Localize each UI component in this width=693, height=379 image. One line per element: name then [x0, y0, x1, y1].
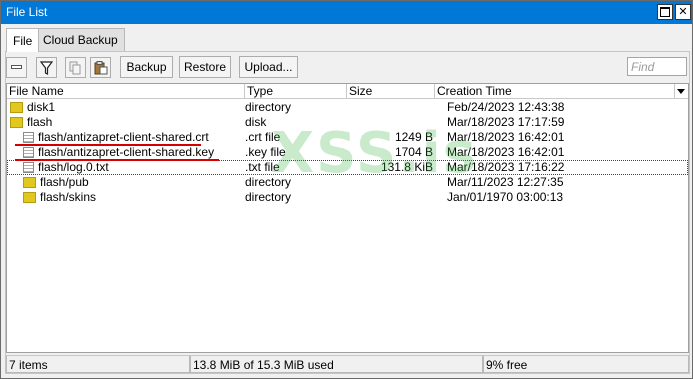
copy-icon [69, 61, 81, 74]
table-row[interactable]: disk1 directory Feb/24/2023 12:43:38 [7, 100, 688, 115]
folder-icon [23, 177, 36, 188]
backup-button[interactable]: Backup [120, 56, 173, 78]
folder-icon [23, 192, 36, 203]
file-name: flash/pub [40, 175, 89, 189]
file-size [347, 190, 433, 205]
tab-cloud-backup[interactable]: Cloud Backup [36, 28, 125, 51]
column-menu-icon[interactable] [675, 85, 687, 98]
file-name: disk1 [27, 100, 56, 114]
file-name-cell: flash/antizapret-client-shared.crt [7, 130, 243, 145]
status-item-count: 7 items [6, 355, 190, 373]
table-header: File Name Type Size Creation Time [7, 84, 688, 99]
file-time: Mar/18/2023 16:42:01 [447, 145, 565, 159]
file-name: flash/antizapret-client-shared.key [38, 145, 215, 159]
tab-file[interactable]: File [6, 28, 40, 52]
file-icon [23, 147, 34, 158]
status-bar: 7 items 13.8 MiB of 15.3 MiB used 9% fre… [6, 355, 689, 373]
column-creation-time[interactable]: Creation Time [435, 84, 675, 99]
file-time: Mar/11/2023 12:27:35 [447, 175, 564, 189]
file-type: .txt file [245, 160, 280, 174]
filter-icon [40, 60, 53, 75]
file-time: Mar/18/2023 17:17:59 [447, 115, 565, 129]
copy-button[interactable] [65, 57, 86, 78]
table-row[interactable]: flash/log.0.txt .txt file 131.8 KiB Mar/… [7, 160, 688, 175]
status-free-space: 9% free [483, 355, 689, 373]
file-name-cell: flash/skins [7, 190, 243, 205]
file-type: disk [245, 115, 267, 129]
file-name: flash/skins [40, 190, 97, 204]
file-name: flash/log.0.txt [38, 160, 109, 174]
window-title: File List [6, 5, 48, 19]
file-table: File Name Type Size Creation Time disk1 … [6, 83, 689, 353]
file-icon [23, 132, 34, 143]
file-size [347, 100, 433, 115]
folder-icon [10, 102, 23, 113]
table-row[interactable]: flash/skins directory Jan/01/1970 03:00:… [7, 190, 688, 205]
table-row[interactable]: flash/pub directory Mar/11/2023 12:27:35 [7, 175, 688, 190]
find-input[interactable] [627, 57, 687, 76]
file-name-cell: flash/antizapret-client-shared.key [7, 145, 243, 160]
column-type[interactable]: Type [245, 84, 347, 99]
table-row[interactable]: flash disk Mar/18/2023 17:17:59 [7, 115, 688, 130]
file-type: .key file [245, 145, 286, 159]
upload-button[interactable]: Upload... [239, 56, 298, 78]
file-name-cell: disk1 [7, 100, 243, 115]
file-name-cell: flash/log.0.txt [7, 160, 243, 175]
column-file-name[interactable]: File Name [7, 84, 245, 99]
table-row[interactable]: flash/antizapret-client-shared.key .key … [7, 145, 688, 160]
file-name: flash/antizapret-client-shared.crt [38, 130, 209, 144]
table-row[interactable]: flash/antizapret-client-shared.crt .crt … [7, 130, 688, 145]
tab-file-label: File [13, 33, 33, 48]
file-icon [23, 162, 34, 173]
file-size: 1249 B [394, 130, 433, 144]
tab-cloud-backup-label: Cloud Backup [43, 33, 118, 47]
file-time: Mar/18/2023 17:16:22 [447, 160, 565, 174]
column-size[interactable]: Size [347, 84, 435, 99]
file-list-window: File List File Cloud Backup Backup Resto… [0, 0, 693, 379]
status-disk-usage: 13.8 MiB of 15.3 MiB used [190, 355, 483, 373]
file-name: flash [27, 115, 53, 129]
title-bar[interactable]: File List [1, 1, 692, 24]
file-size [347, 115, 433, 130]
file-size [347, 175, 433, 190]
paste-icon [94, 60, 107, 74]
file-size: 131.8 KiB [380, 160, 433, 174]
restore-button[interactable]: Restore [179, 56, 231, 78]
file-name-cell: flash [7, 115, 243, 130]
file-time: Feb/24/2023 12:43:38 [447, 100, 565, 114]
file-type: .crt file [245, 130, 281, 144]
file-size: 1704 B [394, 145, 433, 159]
file-type: directory [245, 175, 292, 189]
maximize-icon[interactable] [657, 4, 673, 20]
file-type: directory [245, 100, 292, 114]
file-type: directory [245, 190, 292, 204]
minus-icon [11, 65, 22, 69]
paste-button[interactable] [90, 57, 111, 78]
file-time: Jan/01/1970 03:00:13 [447, 190, 564, 204]
filter-button[interactable] [36, 57, 57, 78]
file-name-cell: flash/pub [7, 175, 243, 190]
folder-icon [10, 117, 23, 128]
remove-button[interactable] [6, 57, 27, 78]
close-icon[interactable] [675, 4, 691, 20]
file-time: Mar/18/2023 16:42:01 [447, 130, 565, 144]
